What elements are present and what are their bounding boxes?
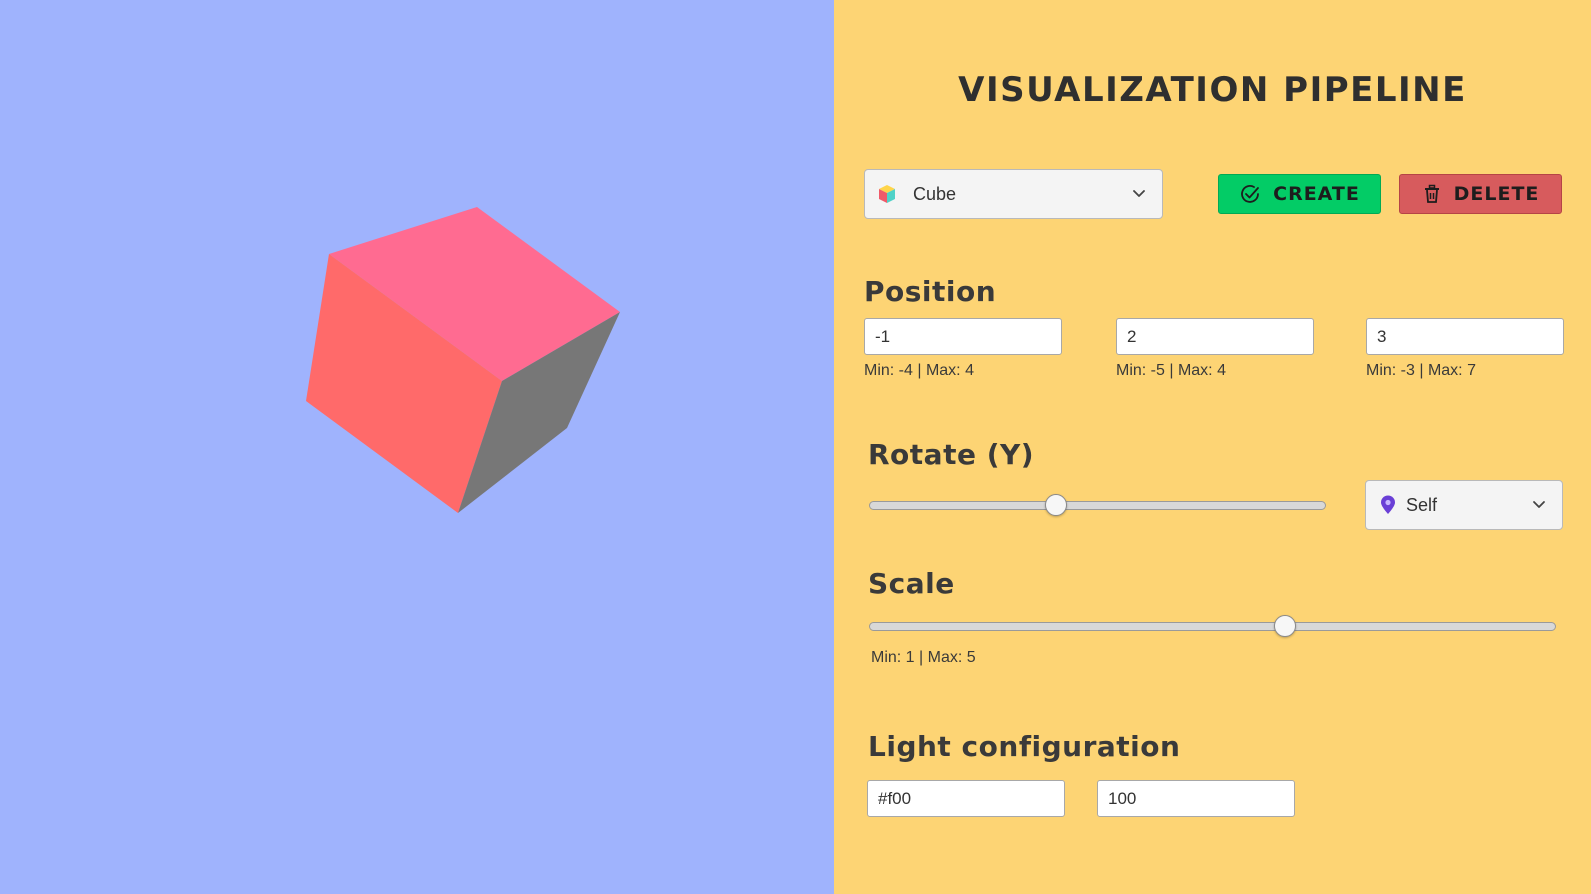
position-z-input[interactable]	[1366, 318, 1564, 355]
3d-viewport[interactable]	[0, 0, 834, 894]
chevron-down-icon	[1533, 501, 1545, 508]
light-intensity-input[interactable]	[1097, 780, 1295, 817]
rotation-space-select[interactable]: Self	[1365, 480, 1563, 530]
app-window: VISUALIZATION PIPELINE Cube CREATE DELET…	[0, 0, 1591, 894]
create-button[interactable]: CREATE	[1218, 174, 1381, 214]
scale-hint: Min: 1 | Max: 5	[871, 649, 976, 666]
position-x-input[interactable]	[864, 318, 1062, 355]
create-button-label: CREATE	[1273, 183, 1360, 205]
control-panel: VISUALIZATION PIPELINE Cube CREATE DELET…	[834, 0, 1591, 894]
position-y-input[interactable]	[1116, 318, 1314, 355]
scale-slider[interactable]	[869, 615, 1556, 639]
rotate-heading: Rotate (Y)	[868, 438, 1035, 471]
position-y-hint: Min: -5 | Max: 4	[1116, 362, 1226, 379]
position-heading: Position	[864, 275, 997, 308]
delete-button-label: DELETE	[1453, 183, 1540, 205]
rotation-space-value: Self	[1406, 494, 1438, 515]
rotate-slider-track	[869, 501, 1326, 510]
light-heading: Light configuration	[868, 730, 1181, 763]
position-x-hint: Min: -4 | Max: 4	[864, 362, 974, 379]
position-z-hint: Min: -3 | Max: 7	[1366, 362, 1476, 379]
cube-icon	[877, 184, 897, 204]
location-pin-icon	[1378, 495, 1398, 515]
delete-button[interactable]: DELETE	[1399, 174, 1562, 214]
shape-select-value: Cube	[913, 183, 957, 204]
scale-heading: Scale	[868, 567, 955, 600]
rotate-slider-thumb[interactable]	[1045, 494, 1068, 516]
trash-icon	[1424, 184, 1439, 203]
check-circle-icon	[1241, 185, 1260, 203]
chevron-down-icon	[1133, 190, 1145, 197]
scale-slider-thumb[interactable]	[1273, 615, 1296, 637]
light-color-input[interactable]	[867, 780, 1065, 817]
rotate-slider[interactable]	[869, 494, 1326, 518]
scene-canvas[interactable]	[0, 0, 834, 894]
panel-title: VISUALIZATION PIPELINE	[958, 70, 1467, 110]
shape-select[interactable]: Cube	[864, 169, 1163, 219]
scale-slider-track	[869, 622, 1556, 631]
